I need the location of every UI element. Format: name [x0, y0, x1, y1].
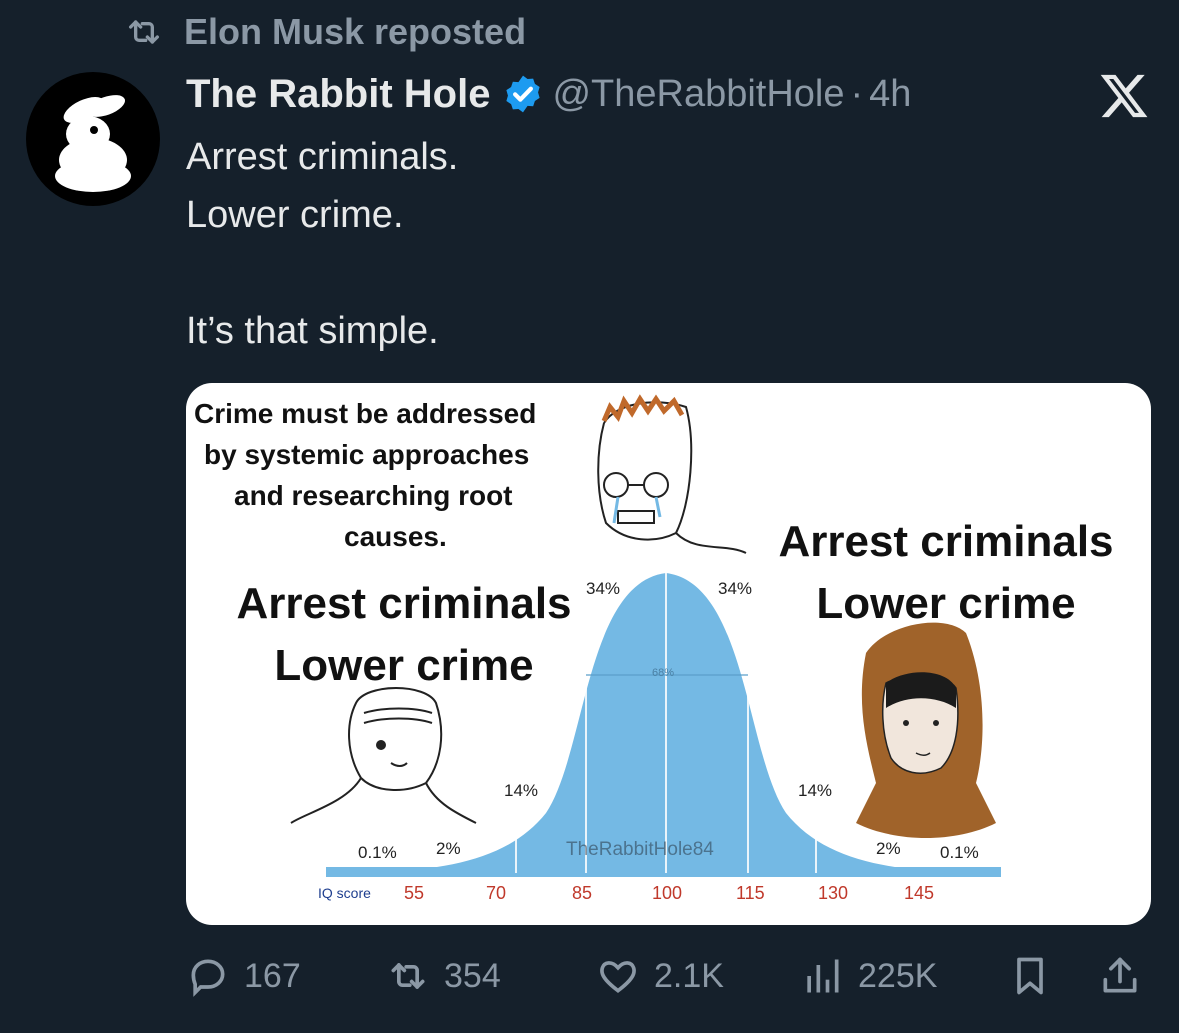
x-logo-icon: [1100, 74, 1148, 118]
meme-right-line: Arrest criminals: [778, 517, 1114, 566]
iq-axis-label: IQ score: [318, 885, 371, 901]
repost-icon: [129, 20, 159, 44]
hooded-figure: [856, 622, 996, 838]
reply-button[interactable]: 167: [186, 954, 301, 998]
like-count: 2.1K: [654, 956, 724, 995]
percent-label: 2%: [436, 839, 461, 858]
verified-badge-icon[interactable]: [502, 73, 544, 115]
left-wojak-figure: [290, 687, 477, 824]
iq-tick: 55: [404, 883, 425, 903]
tweet-line: It’s that simple.: [186, 310, 439, 352]
iq-tick: 145: [904, 883, 935, 903]
reply-count: 167: [244, 956, 301, 995]
percent-label: 0.1%: [940, 843, 979, 862]
views-count: 225K: [858, 956, 938, 995]
action-bar: 167 354 2.1K 225K: [186, 948, 1146, 1006]
meme-top-line: and researching root: [234, 480, 513, 511]
author-name[interactable]: The Rabbit Hole: [186, 72, 490, 117]
percent-label: 14%: [504, 781, 539, 800]
meme-right-text: Arrest criminals Lower crime: [736, 511, 1151, 635]
percent-label: 34%: [718, 579, 753, 598]
views-button[interactable]: 225K: [800, 954, 937, 998]
iq-tick: 70: [486, 883, 507, 903]
watermark: TheRabbitHole84: [566, 839, 714, 860]
tweet-page: Elon Musk reposted The Rabbit Hole @TheR…: [0, 0, 1179, 1033]
tweet-text: Arrest criminals. Lower crime. It’s that…: [186, 128, 1086, 360]
heart-icon: [600, 961, 636, 993]
share-button[interactable]: [1098, 954, 1142, 998]
repost-count: 354: [444, 956, 501, 995]
iq-tick: 100: [652, 883, 683, 903]
tweet-line: Arrest criminals.: [186, 136, 459, 178]
bookmark-button[interactable]: [1008, 954, 1052, 998]
reply-icon: [191, 959, 225, 997]
tweet-image[interactable]: Crime must be addressed by systemic appr…: [186, 383, 1151, 925]
iq-tick: 115: [736, 883, 765, 903]
percent-label: 0.1%: [358, 843, 397, 862]
tweet-blank-line: [186, 244, 1086, 302]
repost-label: Elon Musk reposted: [184, 11, 527, 52]
like-button[interactable]: 2.1K: [596, 954, 724, 998]
tweet-line: Lower crime.: [186, 194, 404, 236]
repost-button[interactable]: 354: [386, 954, 501, 998]
percent-label: 34%: [586, 579, 621, 598]
author-row: The Rabbit Hole @TheRabbitHole · 4h: [186, 66, 911, 122]
percent-label: 14%: [798, 781, 833, 800]
meme-left-text: Arrest criminals Lower crime: [204, 573, 604, 697]
meme-top-text: Crime must be addressed by systemic appr…: [194, 393, 624, 557]
bookmark-icon: [1017, 957, 1043, 995]
meme-top-line: by systemic approaches: [204, 439, 530, 470]
iq-tick: 85: [572, 883, 593, 903]
percent-label: 2%: [876, 839, 901, 858]
rabbit-icon: [55, 95, 131, 192]
center-percent-label: 68%: [652, 667, 675, 679]
timestamp[interactable]: 4h: [869, 73, 911, 116]
share-icon: [1103, 957, 1137, 993]
meme-top-line: Crime must be addressed: [194, 398, 537, 429]
meme-left-line: Arrest criminals: [236, 579, 572, 628]
meme-right-line: Lower crime: [816, 579, 1076, 628]
dot-separator: ·: [850, 72, 864, 115]
meme-top-line: causes.: [344, 521, 447, 552]
views-chart-icon: [807, 959, 839, 993]
author-handle[interactable]: @TheRabbitHole: [552, 73, 844, 116]
iq-tick: 130: [818, 883, 849, 903]
repost-icon: [391, 963, 425, 989]
repost-context[interactable]: Elon Musk reposted: [118, 10, 526, 54]
meme-left-line: Lower crime: [274, 641, 534, 690]
avatar[interactable]: [26, 72, 160, 206]
